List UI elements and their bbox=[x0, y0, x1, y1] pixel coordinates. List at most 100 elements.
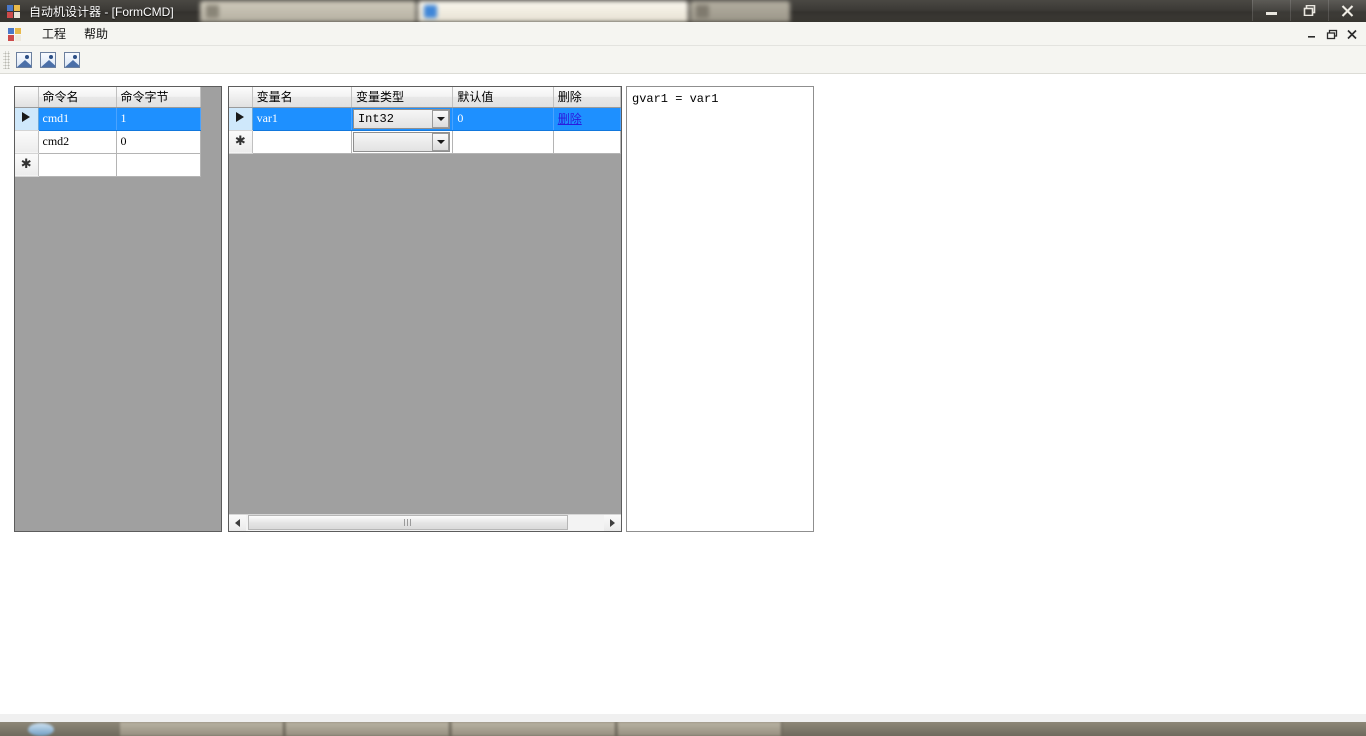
new-row-asterisk-icon: ✱ bbox=[234, 133, 246, 148]
restore-icon bbox=[1326, 29, 1338, 39]
mdi-restore-button[interactable] bbox=[1322, 24, 1342, 44]
restore-button[interactable] bbox=[1290, 0, 1328, 21]
scrollbar-track[interactable] bbox=[246, 515, 604, 531]
commands-table: 命令名 命令字节 cmd1 1 cmd2 0 ✱ bbox=[15, 87, 201, 177]
restore-icon bbox=[1303, 5, 1316, 16]
cell-variable-name[interactable]: var1 bbox=[252, 107, 352, 131]
mdi-minimize-button[interactable] bbox=[1302, 24, 1322, 44]
horizontal-scrollbar[interactable] bbox=[229, 514, 621, 531]
background-tab bbox=[200, 1, 416, 22]
table-row[interactable]: var1 Int32 0 删除 bbox=[229, 107, 621, 131]
cell-delete[interactable]: 删除 bbox=[553, 107, 621, 131]
column-header-command-name[interactable]: 命令名 bbox=[38, 87, 117, 108]
chevron-left-icon bbox=[235, 519, 240, 527]
table-row[interactable]: cmd2 0 bbox=[15, 130, 201, 154]
mdi-close-button[interactable] bbox=[1342, 24, 1362, 44]
background-tab bbox=[690, 1, 790, 22]
window-title: 自动机设计器 - [FormCMD] bbox=[29, 4, 174, 19]
tab-icon bbox=[206, 5, 219, 18]
picture-icon bbox=[16, 51, 32, 68]
scroll-right-button[interactable] bbox=[604, 515, 621, 531]
variable-type-combobox[interactable]: Int32 bbox=[352, 108, 451, 129]
close-icon bbox=[1341, 4, 1354, 17]
minimize-icon bbox=[1307, 35, 1315, 38]
cell-variable-name[interactable] bbox=[252, 130, 352, 154]
title-bar: 自动机设计器 - [FormCMD] bbox=[0, 0, 1366, 22]
cell-variable-type[interactable]: Int32 bbox=[351, 107, 454, 131]
cell-command-name[interactable] bbox=[38, 153, 117, 177]
variables-grid[interactable]: 变量名 变量类型 默认值 删除 var1 Int32 0 删除 ✱ bbox=[228, 86, 622, 532]
grid-corner-cell[interactable] bbox=[229, 87, 253, 108]
cell-command-name[interactable]: cmd1 bbox=[38, 107, 117, 131]
background-tab-strip bbox=[196, 0, 804, 22]
row-header-new[interactable]: ✱ bbox=[229, 130, 253, 154]
picture-icon bbox=[64, 51, 80, 68]
menu-bar: 工程 帮助 bbox=[0, 22, 1366, 46]
taskbar-items bbox=[0, 722, 1366, 736]
table-row[interactable]: cmd1 1 bbox=[15, 107, 201, 131]
toolbar-button-2[interactable] bbox=[37, 49, 59, 71]
grid-corner-cell[interactable] bbox=[15, 87, 39, 108]
current-row-arrow-icon bbox=[22, 112, 31, 122]
taskbar-item[interactable] bbox=[120, 722, 284, 736]
table-row-new[interactable]: ✱ bbox=[229, 130, 621, 154]
toolbar-button-3[interactable] bbox=[61, 49, 83, 71]
cell-default-value[interactable] bbox=[452, 130, 554, 154]
window-controls bbox=[1252, 0, 1366, 22]
taskbar-item[interactable] bbox=[618, 722, 782, 736]
mdi-window-controls bbox=[1302, 22, 1362, 46]
row-header-new[interactable]: ✱ bbox=[15, 153, 39, 177]
taskbar bbox=[0, 722, 1366, 736]
row-header[interactable] bbox=[15, 130, 39, 154]
cell-command-bytes[interactable]: 0 bbox=[116, 130, 201, 154]
picture-icon bbox=[40, 51, 56, 68]
column-header-default-value[interactable]: 默认值 bbox=[452, 87, 554, 108]
cell-command-bytes[interactable]: 1 bbox=[116, 107, 201, 131]
code-preview-panel[interactable]: gvar1 = var1 bbox=[626, 86, 814, 532]
table-header-row: 变量名 变量类型 默认值 删除 bbox=[229, 87, 621, 108]
grip-icon bbox=[404, 519, 412, 526]
commands-grid[interactable]: 命令名 命令字节 cmd1 1 cmd2 0 ✱ bbox=[14, 86, 222, 532]
close-button[interactable] bbox=[1328, 0, 1366, 21]
row-header-selected[interactable] bbox=[229, 107, 253, 131]
chevron-right-icon bbox=[610, 519, 615, 527]
taskbar-item[interactable] bbox=[286, 722, 450, 736]
cell-default-value[interactable]: 0 bbox=[452, 107, 554, 131]
menu-item-help[interactable]: 帮助 bbox=[75, 22, 117, 45]
scrollbar-thumb[interactable] bbox=[248, 515, 568, 530]
tab-icon bbox=[696, 5, 709, 18]
application-window: 自动机设计器 - [FormCMD] 工程 帮助 命令名 命令字节 cmd1 1… bbox=[0, 0, 1366, 736]
cell-command-name[interactable]: cmd2 bbox=[38, 130, 117, 154]
table-row-new[interactable]: ✱ bbox=[15, 153, 201, 177]
tab-icon bbox=[424, 5, 437, 18]
cell-delete[interactable] bbox=[553, 130, 621, 154]
cell-variable-type[interactable] bbox=[351, 130, 454, 154]
new-row-asterisk-icon: ✱ bbox=[20, 156, 32, 171]
minimize-button[interactable] bbox=[1252, 0, 1290, 21]
column-header-delete[interactable]: 删除 bbox=[553, 87, 621, 108]
app-squares-icon bbox=[6, 3, 22, 19]
column-header-variable-type[interactable]: 变量类型 bbox=[351, 87, 454, 108]
column-header-variable-name[interactable]: 变量名 bbox=[252, 87, 352, 108]
background-tab bbox=[418, 1, 688, 22]
menu-item-project[interactable]: 工程 bbox=[33, 22, 75, 45]
chevron-down-icon[interactable] bbox=[432, 132, 450, 151]
variable-type-combobox[interactable] bbox=[352, 131, 451, 152]
delete-link[interactable]: 删除 bbox=[558, 112, 582, 126]
taskbar-item[interactable] bbox=[452, 722, 616, 736]
column-header-command-bytes[interactable]: 命令字节 bbox=[116, 87, 201, 108]
toolbar bbox=[0, 46, 1366, 74]
toolbar-grip[interactable] bbox=[3, 50, 10, 69]
variables-table: 变量名 变量类型 默认值 删除 var1 Int32 0 删除 ✱ bbox=[229, 87, 621, 154]
row-header-selected[interactable] bbox=[15, 107, 39, 131]
minimize-icon bbox=[1266, 11, 1277, 15]
scroll-left-button[interactable] bbox=[229, 515, 246, 531]
mdi-client-area: 命令名 命令字节 cmd1 1 cmd2 0 ✱ 变量名 变量类型 默认值 删除… bbox=[0, 74, 1366, 714]
chevron-down-icon[interactable] bbox=[432, 109, 450, 128]
code-preview-text[interactable]: gvar1 = var1 bbox=[627, 87, 813, 107]
start-orb-icon[interactable] bbox=[28, 723, 54, 736]
close-icon bbox=[1347, 29, 1357, 39]
cell-command-bytes[interactable] bbox=[116, 153, 201, 177]
mdi-app-squares-icon[interactable] bbox=[7, 26, 23, 42]
toolbar-button-1[interactable] bbox=[13, 49, 35, 71]
